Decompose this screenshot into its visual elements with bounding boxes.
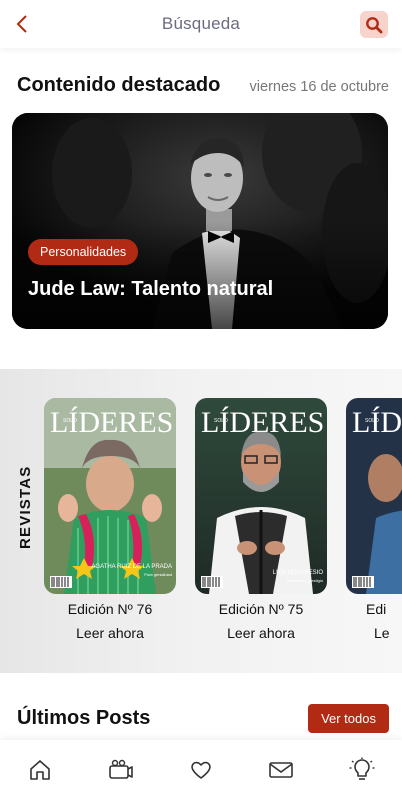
- top-app-bar: Búsqueda: [0, 0, 402, 48]
- cover-masthead-small: SOLO: [365, 418, 379, 424]
- see-all-button[interactable]: Ver todos: [308, 704, 389, 733]
- bottom-navigation: [0, 740, 402, 800]
- category-badge: Personalidades: [28, 239, 139, 265]
- read-now-link[interactable]: Le: [346, 625, 402, 641]
- magazine-item[interactable]: LÍDERES SOLO Edi Le: [346, 398, 402, 641]
- page-title: Búsqueda: [161, 14, 241, 33]
- cover-masthead-small: SOLO: [63, 418, 77, 424]
- mail-icon: [269, 762, 294, 778]
- magazine-item[interactable]: LÍDERES SOLO AGATHA RUIZ DE LA PRADA Pur…: [44, 398, 176, 641]
- magazine-item[interactable]: LÍDERES SOLO LUIS NOVARESIO Sabiduría y …: [195, 398, 327, 641]
- nav-messages[interactable]: [261, 750, 301, 790]
- magazines-label: REVISTAS: [17, 465, 35, 549]
- heart-icon: [191, 761, 211, 779]
- latest-posts-title: Últimos Posts: [17, 707, 151, 729]
- edition-label: Edición Nº 75: [218, 601, 304, 617]
- lightbulb-icon: [349, 757, 375, 780]
- featured-headline: Jude Law: Talento natural: [28, 278, 274, 300]
- nav-videos[interactable]: [101, 750, 141, 790]
- search-button[interactable]: [360, 11, 388, 38]
- featured-date: viernes 16 de octubre: [249, 79, 389, 95]
- cover-image: LÍDERES SOLO: [346, 398, 402, 594]
- latest-posts-header: Últimos Posts Ver todos: [17, 704, 389, 733]
- edition-label: Edición Nº 76: [67, 601, 153, 617]
- read-now-link[interactable]: Leer ahora: [44, 625, 176, 641]
- read-now-link[interactable]: Leer ahora: [195, 625, 327, 641]
- cover-sub: Pura genialidad: [144, 572, 172, 577]
- nav-favorites[interactable]: [181, 750, 221, 790]
- featured-title: Contenido destacado: [17, 74, 221, 96]
- cover-name: LUIS NOVARESIO: [273, 570, 324, 576]
- home-icon: [30, 760, 50, 780]
- magazine-cover: LÍDERES SOLO LUIS NOVARESIO Sabiduría y …: [195, 398, 327, 594]
- back-button[interactable]: [10, 12, 34, 36]
- chevron-left-icon: [16, 15, 27, 33]
- featured-card[interactable]: Personalidades Jude Law: Talento natural: [12, 113, 388, 329]
- magazine-cover: LÍDERES SOLO: [346, 398, 402, 594]
- cover-image: LÍDERES SOLO AGATHA RUIZ DE LA PRADA Pur…: [44, 398, 176, 594]
- cover-name: AGATHA RUIZ DE LA PRADA: [91, 564, 172, 570]
- magazines-label-text: REVISTAS: [17, 465, 34, 549]
- cover-sub: Sabiduría y prestigio: [287, 578, 324, 583]
- edition-label: Edi: [366, 601, 387, 617]
- cover-image: LÍDERES SOLO LUIS NOVARESIO Sabiduría y …: [195, 398, 327, 594]
- search-icon: [366, 16, 383, 33]
- cover-masthead-small: SOLO: [214, 418, 228, 424]
- magazine-cover: LÍDERES SOLO AGATHA RUIZ DE LA PRADA Pur…: [44, 398, 176, 594]
- nav-home[interactable]: [20, 750, 60, 790]
- featured-header: Contenido destacado viernes 16 de octubr…: [17, 74, 389, 97]
- camera-icon: [108, 759, 133, 779]
- nav-ideas[interactable]: [342, 750, 382, 790]
